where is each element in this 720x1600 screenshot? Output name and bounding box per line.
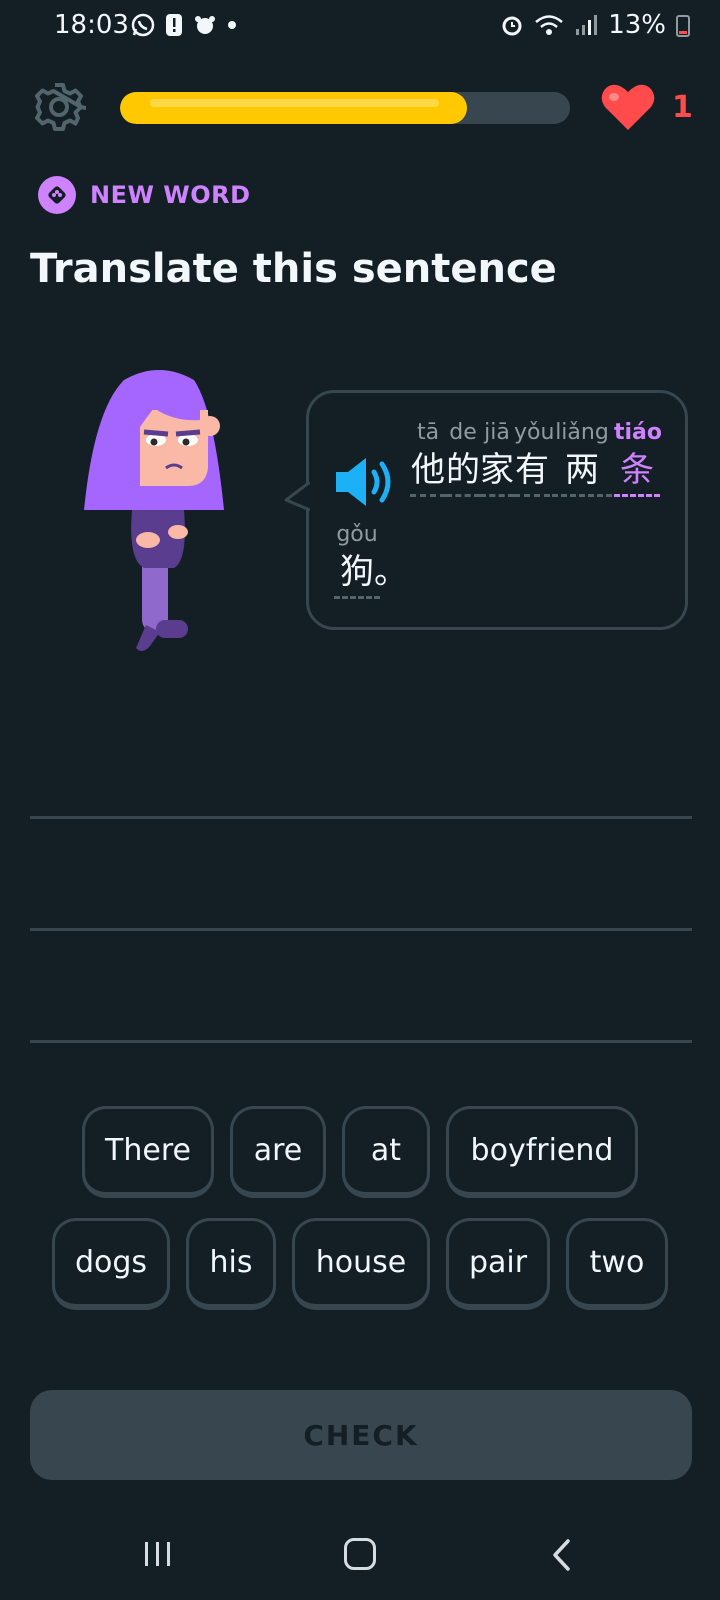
word-chip-dogs[interactable]: dogs (52, 1218, 170, 1310)
progress-fill (120, 92, 467, 124)
word-pinyin: tiáo (614, 420, 663, 445)
answer-line (30, 1040, 692, 1043)
recent-apps-icon[interactable] (142, 1540, 174, 1568)
back-icon[interactable] (550, 1538, 574, 1572)
speaker-icon[interactable] (332, 454, 396, 510)
word-chip-there[interactable]: There (82, 1106, 214, 1198)
more-notifications-dot-icon (228, 21, 236, 29)
lesson-progress-bar (120, 92, 570, 124)
word-underline (514, 494, 550, 497)
word-underline (480, 494, 514, 497)
notification-icons (130, 12, 238, 38)
word-hanzi: 家 (480, 450, 514, 490)
system-icons: 13% (500, 10, 690, 40)
word-chip-house[interactable]: house (292, 1218, 430, 1310)
word-hanzi: 两 (565, 450, 599, 490)
sentence-word[interactable]: tā 他 (410, 420, 446, 497)
word-hanzi: 有 (515, 450, 549, 490)
signal-icon (576, 15, 598, 35)
sentence-word[interactable]: de 的 (446, 420, 480, 497)
answer-line (30, 928, 692, 931)
word-chip-at[interactable]: at (342, 1106, 430, 1198)
settings-gear-icon[interactable] (32, 80, 86, 134)
heart-icon[interactable] (600, 82, 656, 132)
word-hanzi: 的 (446, 450, 480, 490)
word-chip-are[interactable]: are (230, 1106, 326, 1198)
sentence-word-new[interactable]: tiáo 条 (614, 420, 663, 497)
punctuation-mark: 。 (374, 552, 408, 592)
answer-line (30, 816, 692, 819)
check-button-label: CHECK (303, 1418, 419, 1452)
battery-percent: 13% (608, 10, 666, 40)
word-underline (552, 494, 612, 497)
sentence-word[interactable]: jiā 家 (480, 420, 514, 497)
page-title: Translate this sentence (30, 246, 557, 292)
wifi-icon (535, 15, 564, 35)
status-time: 18:03 (54, 10, 129, 40)
alarm-icon (502, 16, 522, 36)
word-pinyin: jiā (484, 420, 510, 445)
speech-bubble-tail (284, 482, 310, 512)
word-pinyin: liǎng (555, 420, 609, 445)
lily-character-illustration (84, 370, 224, 652)
sentence-word[interactable]: yǒu 有 (514, 420, 555, 497)
progress-shine (150, 99, 439, 107)
word-chip-two[interactable]: two (566, 1218, 668, 1310)
word-chip-boyfriend[interactable]: boyfriend (446, 1106, 638, 1198)
word-pinyin: gǒu (336, 522, 378, 547)
word-hanzi: 条 (620, 450, 654, 490)
word-pinyin: yǒu (514, 420, 555, 445)
word-chip-his[interactable]: his (186, 1218, 276, 1310)
word-chip-pair[interactable]: pair (446, 1218, 550, 1310)
whatsapp-icon (131, 13, 155, 37)
word-underline (446, 494, 480, 497)
status-bar: 18:03 13% (0, 0, 720, 52)
sentence-punctuation: 。 (374, 550, 408, 594)
word-pinyin: tā (416, 420, 440, 445)
sentence-word[interactable]: liǎng 两 (552, 420, 612, 497)
word-underline (614, 494, 660, 497)
battery-icon (676, 15, 690, 37)
new-word-badge-icon (38, 176, 76, 214)
word-pinyin: de (449, 420, 477, 445)
word-hanzi: 他 (411, 450, 445, 490)
word-underline (410, 494, 446, 497)
app-notification-icon (195, 16, 215, 34)
new-word-label: NEW WORD (90, 181, 251, 209)
new-word-tag: NEW WORD (38, 176, 251, 214)
word-underline (334, 596, 380, 599)
alert-icon (166, 14, 182, 36)
check-button[interactable]: CHECK (30, 1390, 692, 1480)
home-icon[interactable] (344, 1538, 376, 1570)
hearts-count: 1 (672, 90, 693, 125)
